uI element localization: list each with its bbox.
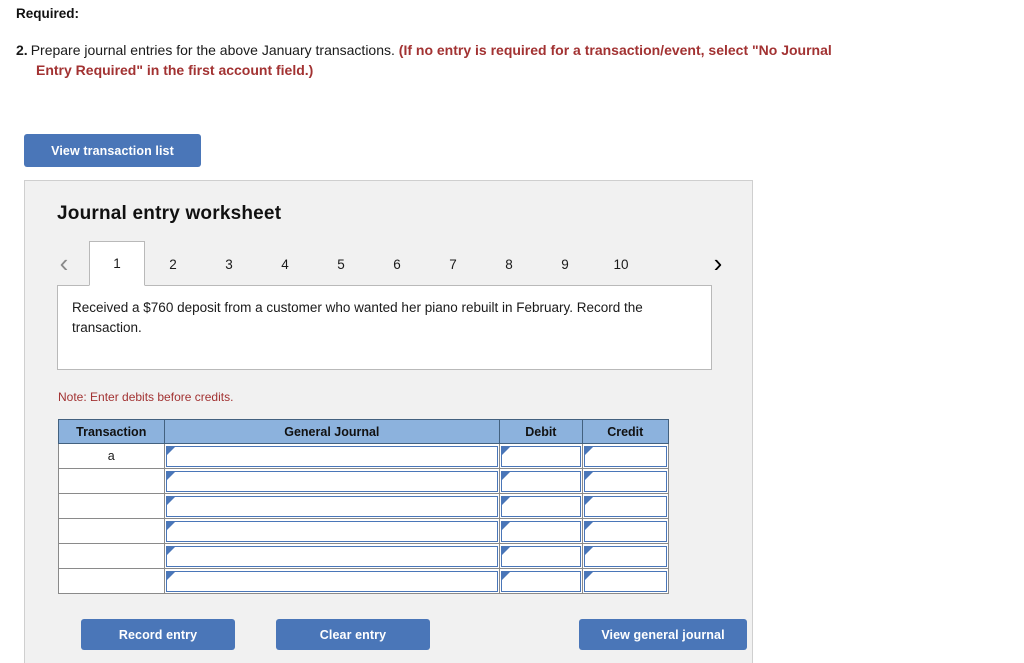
question-prompt: 2. Prepare journal entries for the above … (16, 40, 1016, 80)
credit-input[interactable] (583, 445, 667, 467)
debit-input[interactable] (501, 570, 581, 592)
worksheet-title: Journal entry worksheet (57, 203, 282, 224)
tab-7[interactable]: 7 (425, 241, 481, 286)
column-header-general-journal: General Journal (163, 419, 501, 444)
table-row: a (58, 443, 670, 469)
tab-strip: 1 2 3 4 5 6 7 8 9 10 (89, 241, 649, 286)
tab-2[interactable]: 2 (145, 241, 201, 286)
question-number: 2. (16, 42, 28, 58)
record-entry-button[interactable]: Record entry (81, 619, 235, 650)
credit-input[interactable] (583, 495, 667, 517)
question-text: Prepare journal entries for the above Ja… (30, 42, 395, 58)
tab-1[interactable]: 1 (89, 241, 145, 286)
table-row (58, 543, 670, 569)
column-header-credit: Credit (581, 419, 670, 444)
general-journal-cell[interactable] (163, 443, 501, 469)
view-transaction-list-button[interactable]: View transaction list (24, 134, 201, 167)
debit-input[interactable] (501, 470, 581, 492)
tab-4[interactable]: 4 (257, 241, 313, 286)
tab-5[interactable]: 5 (313, 241, 369, 286)
general-journal-cell[interactable] (163, 468, 501, 494)
transaction-label-cell: a (58, 443, 165, 469)
credit-input[interactable] (583, 545, 667, 567)
credit-cell[interactable] (581, 468, 670, 494)
debits-before-credits-note: Note: Enter debits before credits. (58, 390, 234, 404)
transaction-label-cell (58, 568, 165, 594)
credit-cell[interactable] (581, 493, 670, 519)
debit-input[interactable] (501, 520, 581, 542)
table-row (58, 568, 670, 594)
debit-cell[interactable] (499, 443, 583, 469)
no-journal-entry-note-line1: (If no entry is required for a transacti… (398, 42, 832, 58)
credit-input[interactable] (583, 570, 667, 592)
debit-input[interactable] (501, 495, 581, 517)
debit-input[interactable] (501, 445, 581, 467)
tab-6[interactable]: 6 (369, 241, 425, 286)
journal-entry-table: Transaction General Journal Debit Credit… (58, 419, 670, 594)
column-header-transaction: Transaction (58, 419, 165, 444)
view-general-journal-button[interactable]: View general journal (579, 619, 747, 650)
journal-entry-worksheet-panel: Journal entry worksheet ‹ 1 2 3 4 5 6 7 … (24, 180, 753, 663)
credit-cell[interactable] (581, 568, 670, 594)
general-journal-input[interactable] (165, 545, 499, 567)
table-row (58, 468, 670, 494)
credit-cell[interactable] (581, 443, 670, 469)
credit-cell[interactable] (581, 518, 670, 544)
tab-9[interactable]: 9 (537, 241, 593, 286)
worksheet-tab-bar: ‹ 1 2 3 4 5 6 7 8 9 10 › (51, 241, 731, 286)
general-journal-input[interactable] (165, 470, 499, 492)
debit-cell[interactable] (499, 568, 583, 594)
chevron-left-icon[interactable]: ‹ (51, 247, 77, 279)
clear-entry-button[interactable]: Clear entry (276, 619, 430, 650)
general-journal-input[interactable] (165, 570, 499, 592)
debit-input[interactable] (501, 545, 581, 567)
debit-cell[interactable] (499, 518, 583, 544)
tab-10[interactable]: 10 (593, 241, 649, 286)
column-header-debit: Debit (499, 419, 583, 444)
transaction-description: Received a $760 deposit from a customer … (57, 285, 712, 370)
required-heading: Required: (16, 6, 80, 21)
tab-3[interactable]: 3 (201, 241, 257, 286)
table-row (58, 518, 670, 544)
debit-cell[interactable] (499, 493, 583, 519)
credit-input[interactable] (583, 470, 667, 492)
general-journal-input[interactable] (165, 495, 499, 517)
general-journal-input[interactable] (165, 520, 499, 542)
table-row (58, 493, 670, 519)
credit-input[interactable] (583, 520, 667, 542)
transaction-label-cell (58, 543, 165, 569)
chevron-right-icon[interactable]: › (705, 247, 731, 279)
general-journal-cell[interactable] (163, 518, 501, 544)
tab-8[interactable]: 8 (481, 241, 537, 286)
general-journal-cell[interactable] (163, 543, 501, 569)
general-journal-input[interactable] (165, 445, 499, 467)
credit-cell[interactable] (581, 543, 670, 569)
table-header-row: Transaction General Journal Debit Credit (58, 419, 670, 444)
general-journal-cell[interactable] (163, 493, 501, 519)
transaction-label-cell (58, 518, 165, 544)
debit-cell[interactable] (499, 468, 583, 494)
transaction-label-cell (58, 493, 165, 519)
general-journal-cell[interactable] (163, 568, 501, 594)
transaction-label-cell (58, 468, 165, 494)
no-journal-entry-note-line2: Entry Required" in the first account fie… (36, 62, 314, 78)
debit-cell[interactable] (499, 543, 583, 569)
